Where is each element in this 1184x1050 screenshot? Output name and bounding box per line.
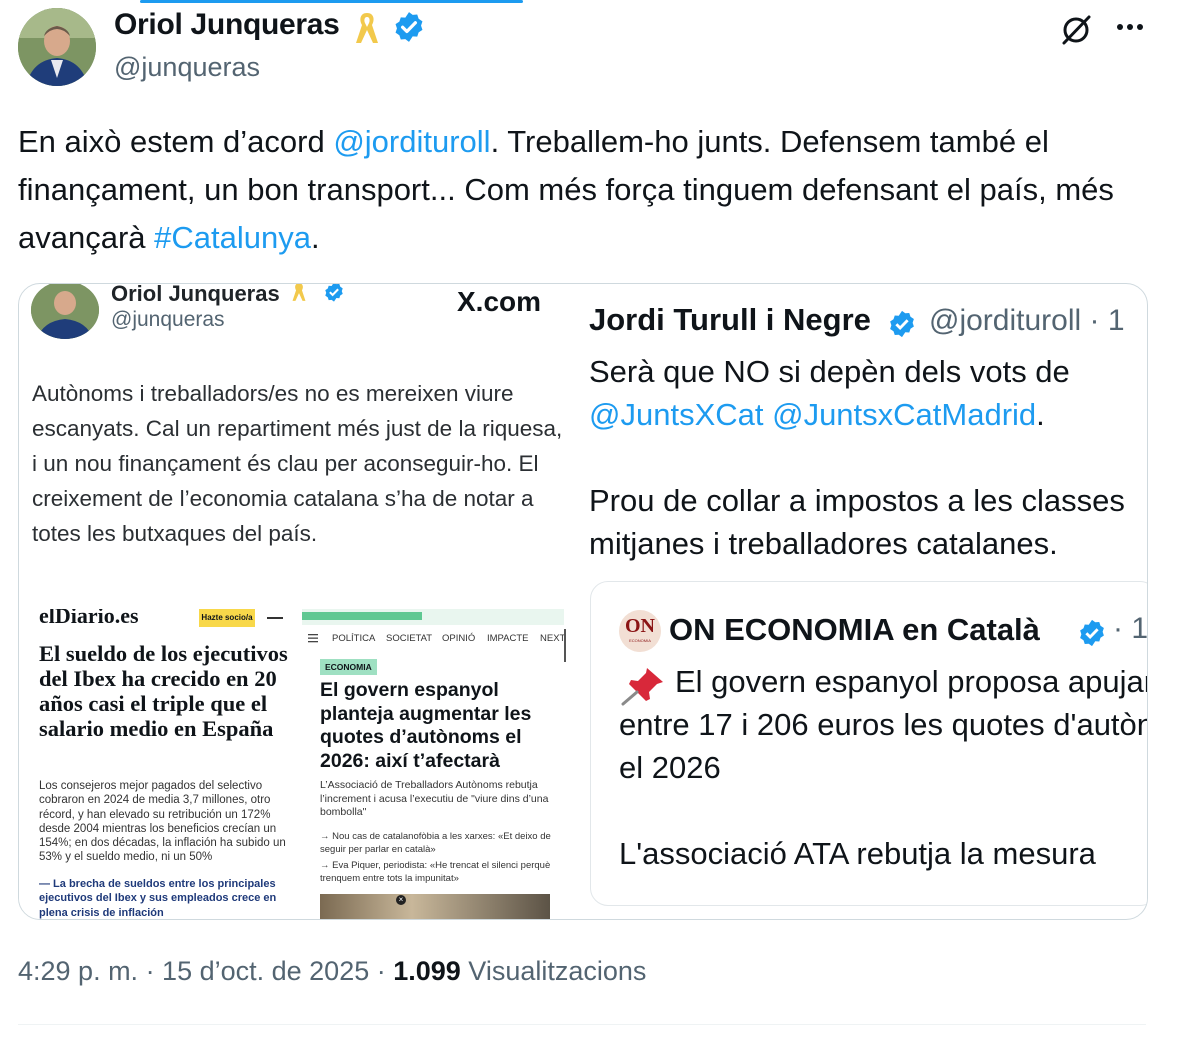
hashtag-link[interactable]: #Catalunya bbox=[154, 220, 311, 255]
nacio-section-badge: ECONOMIA bbox=[320, 659, 377, 675]
embedded-avatar bbox=[31, 284, 99, 339]
eldiario-related-link: — La brecha de sueldos entre los princip… bbox=[39, 878, 280, 919]
inner-quote-text-body: El govern espanyol proposa apujar entre … bbox=[619, 664, 1148, 785]
nacio-nav-item: POLÍTICA bbox=[332, 633, 376, 644]
quoted-author-name: Jordi Turull i Negre bbox=[589, 302, 871, 337]
tweet-text-part: En això estem d’acord bbox=[18, 124, 334, 159]
divider bbox=[564, 629, 566, 662]
quoted-tweet-text: Serà que NO si depèn dels vots de @Junts… bbox=[589, 350, 1147, 565]
verified-badge-icon bbox=[890, 310, 914, 338]
verified-badge-icon bbox=[395, 12, 423, 42]
nacio-nav-item: NEXT bbox=[540, 633, 566, 644]
embedded-author-name: Oriol Junqueras bbox=[111, 283, 280, 306]
tweet-text-part: . bbox=[310, 220, 320, 255]
inner-quote-time: · 1 bbox=[1113, 612, 1148, 645]
tweet-timestamp[interactable]: 4:29 p. m. · 15 d’oct. de 2025 · bbox=[18, 956, 393, 986]
nacio-nav-item: OPINIÓ bbox=[442, 633, 476, 644]
on-logo-text: ON bbox=[625, 615, 655, 637]
yellow-ribbon-icon bbox=[292, 284, 306, 301]
nacio-photo bbox=[320, 894, 550, 919]
author-handle[interactable]: @junqueras bbox=[114, 52, 260, 83]
tweet-meta: 4:29 p. m. · 15 d’oct. de 2025 · 1.099 V… bbox=[18, 956, 646, 987]
news-clip-nacio: POLÍTICA SOCIETAT OPINIÓ IMPACTE NEXT EC… bbox=[302, 609, 567, 919]
embedded-tweet-text: Autònoms i treballadors/es no es mereixe… bbox=[32, 381, 569, 546]
eldiario-logo: elDiario.es bbox=[39, 609, 139, 623]
nacio-related-link: → Eva Piquer, periodista: «He trencat el… bbox=[320, 860, 553, 884]
nacio-nav-item: SOCIETAT bbox=[386, 633, 433, 644]
author-name[interactable]: Oriol Junqueras bbox=[114, 8, 340, 42]
inner-quote-card: ON ECONOMIA ON ECONOMIA en Català · 1 El… bbox=[590, 581, 1148, 906]
eldiario-subscribe-button: Hazte socio/a bbox=[199, 609, 255, 627]
grok-icon[interactable] bbox=[1058, 12, 1094, 48]
verified-badge-icon bbox=[325, 284, 343, 302]
nacio-body: L’Associació de Treballadors Autònoms re… bbox=[320, 779, 552, 818]
on-economia-logo: ON ECONOMIA bbox=[619, 610, 661, 652]
top-accent-bar bbox=[140, 0, 523, 3]
views-count: 1.099 bbox=[393, 956, 461, 986]
eldiario-body: Los consejeros mejor pagados del selecti… bbox=[39, 780, 289, 864]
nacio-nav: POLÍTICA SOCIETAT OPINIÓ IMPACTE NEXT bbox=[302, 629, 566, 649]
quoted-mentions: @JuntsXCat @JuntsxCatMadrid bbox=[589, 397, 1037, 432]
nacio-nav-item: IMPACTE bbox=[487, 633, 529, 644]
inner-quote-text: El govern espanyol proposa apujar entre … bbox=[619, 660, 1148, 789]
mention-link[interactable]: @jordituroll bbox=[333, 124, 490, 159]
views-label: Visualitzacions bbox=[460, 956, 647, 986]
quoted-author-handle: @jordituroll · 1 bbox=[929, 304, 1125, 337]
eldiario-menu-dash bbox=[267, 617, 283, 619]
divider bbox=[18, 1024, 1146, 1025]
avatar[interactable] bbox=[18, 8, 96, 86]
xcom-watermark: X.com bbox=[457, 286, 542, 317]
nacio-related-links: → Nou cas de catalanofòbia a les xarxes:… bbox=[320, 831, 565, 885]
close-icon: × bbox=[396, 895, 406, 905]
attached-image[interactable]: Oriol Junqueras @junqueras X.com Autònom… bbox=[18, 283, 1148, 920]
nacio-related-link: → Nou cas de catalanofòbia a les xarxes:… bbox=[320, 831, 554, 855]
embedded-author-handle: @junqueras bbox=[111, 308, 225, 331]
yellow-ribbon-icon bbox=[356, 13, 378, 43]
eldiario-headline: El sueldo de los ejecutivos del Ibex ha … bbox=[39, 641, 288, 741]
news-clip-eldiario: elDiario.es Hazte socio/a El sueldo de l… bbox=[19, 609, 291, 919]
verified-badge-icon bbox=[1080, 619, 1104, 647]
on-logo-subtext: ECONOMIA bbox=[629, 638, 651, 643]
tweet-text: En això estem d’acord @jordituroll. Treb… bbox=[18, 118, 1168, 262]
nacio-logo-strip bbox=[302, 612, 422, 620]
quoted-text-part: Serà que NO si depèn dels vots de bbox=[589, 354, 1079, 389]
inner-quote-author-name: ON ECONOMIA en Català bbox=[669, 612, 1040, 647]
nacio-headline: El govern espanyol planteja augmentar le… bbox=[320, 679, 537, 772]
more-icon[interactable] bbox=[1110, 12, 1150, 42]
inner-quote-text-2: L'associació ATA rebutja la mesura bbox=[619, 836, 1096, 871]
